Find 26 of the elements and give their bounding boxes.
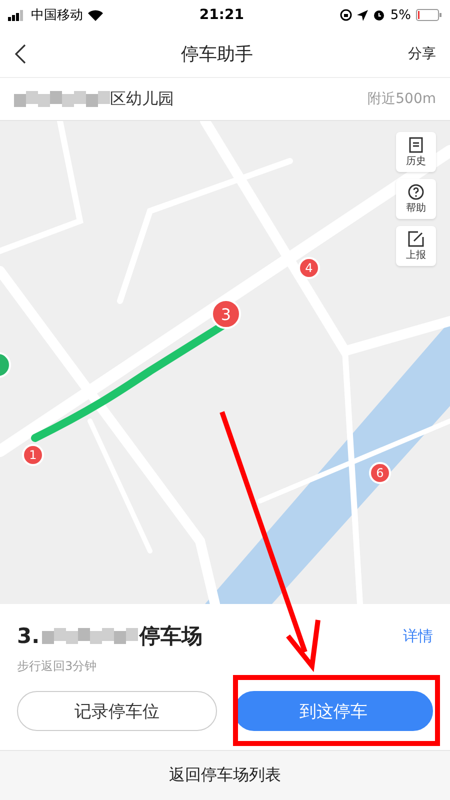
location-arrow-icon: [357, 10, 368, 20]
map-tool-button[interactable]: 帮助: [396, 179, 436, 219]
edit-icon: [408, 230, 424, 246]
alarm-icon: [373, 9, 386, 21]
battery-percent: 5%: [390, 8, 411, 22]
record-spot-button[interactable]: 记录停车位: [17, 691, 216, 731]
rotation-lock-icon: [340, 9, 352, 21]
distance-label: 附近500m: [368, 90, 436, 108]
parking-index: 3.: [17, 624, 40, 648]
map-tool-button[interactable]: 上报: [396, 226, 436, 266]
back-icon[interactable]: [14, 44, 26, 64]
page-title: 停车助手: [181, 42, 253, 66]
place-name: 区幼儿园: [110, 88, 174, 110]
document-icon: [409, 136, 423, 152]
carrier-name: 中国移动: [31, 7, 83, 24]
wifi-icon: [88, 10, 103, 20]
parking-name: 停车场: [140, 623, 203, 650]
back-to-list-button[interactable]: 返回停车场列表: [0, 750, 450, 800]
status-time: 21:21: [199, 7, 244, 23]
walk-time: 步行返回3分钟: [17, 658, 98, 675]
help-icon: [408, 184, 424, 200]
battery-icon: [416, 9, 442, 21]
signal-icon: [8, 10, 26, 20]
share-link[interactable]: 分享: [408, 44, 436, 62]
map-tool-button[interactable]: 历史: [396, 132, 436, 172]
detail-link[interactable]: 详情: [403, 626, 433, 646]
